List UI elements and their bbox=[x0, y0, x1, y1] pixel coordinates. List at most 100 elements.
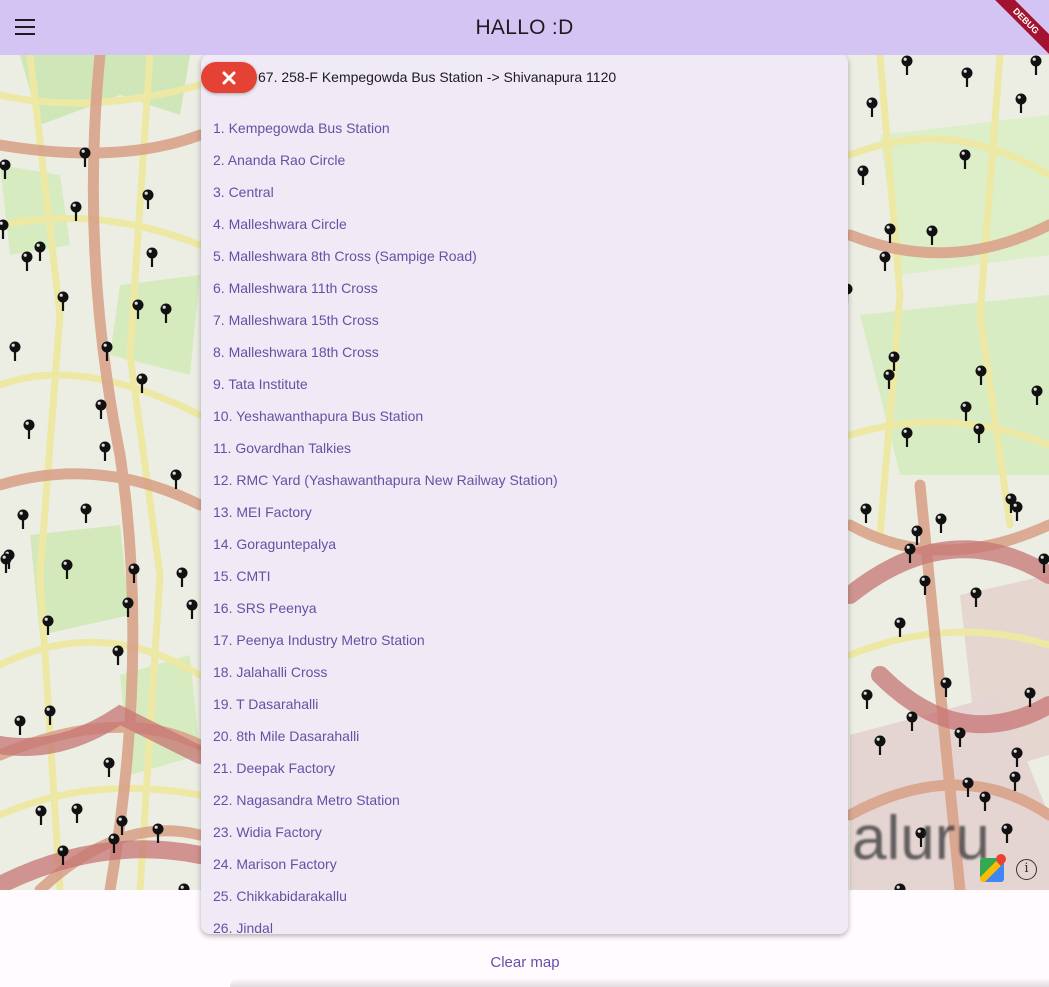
stop-item[interactable]: 24. Marison Factory bbox=[213, 848, 833, 880]
bus-stop-pin[interactable] bbox=[160, 303, 172, 324]
stop-item[interactable]: 9. Tata Institute bbox=[213, 368, 833, 400]
bus-stop-pin[interactable] bbox=[861, 689, 873, 710]
stop-item[interactable]: 5. Malleshwara 8th Cross (Sampige Road) bbox=[213, 240, 833, 272]
clear-map-button[interactable]: Clear map bbox=[440, 954, 610, 978]
stop-item[interactable]: 7. Malleshwara 15th Cross bbox=[213, 304, 833, 336]
bus-stop-pin[interactable] bbox=[70, 201, 82, 222]
bus-stop-pin[interactable] bbox=[911, 525, 923, 546]
stop-item[interactable]: 12. RMC Yard (Yashawanthapura New Railwa… bbox=[213, 464, 833, 496]
bus-stop-pin[interactable] bbox=[146, 247, 158, 268]
bus-stop-pin[interactable] bbox=[122, 597, 134, 618]
bus-stop-pin[interactable] bbox=[906, 711, 918, 732]
bus-stop-pin[interactable] bbox=[14, 715, 26, 736]
bus-stop-pin[interactable] bbox=[901, 427, 913, 448]
bus-stop-pin[interactable] bbox=[960, 401, 972, 422]
stop-item[interactable]: 19. T Dasarahalli bbox=[213, 688, 833, 720]
stop-item[interactable]: 6. Malleshwara 11th Cross bbox=[213, 272, 833, 304]
bus-stop-pin[interactable] bbox=[35, 805, 47, 826]
bus-stop-pin[interactable] bbox=[954, 727, 966, 748]
stop-item[interactable]: 8. Malleshwara 18th Cross bbox=[213, 336, 833, 368]
bus-stop-pin[interactable] bbox=[874, 735, 886, 756]
menu-icon[interactable] bbox=[14, 16, 36, 38]
bus-stop-pin[interactable] bbox=[0, 219, 9, 240]
bus-stop-pin[interactable] bbox=[1001, 823, 1013, 844]
bus-stop-pin[interactable] bbox=[95, 399, 107, 420]
bus-stop-pin[interactable] bbox=[128, 563, 140, 584]
bus-stop-pin[interactable] bbox=[879, 251, 891, 272]
stop-item[interactable]: 25. Chikkabidarakallu bbox=[213, 880, 833, 912]
bus-stop-pin[interactable] bbox=[142, 189, 154, 210]
stop-item[interactable]: 11. Govardhan Talkies bbox=[213, 432, 833, 464]
stop-item[interactable]: 2. Ananda Rao Circle bbox=[213, 144, 833, 176]
stop-item[interactable]: 18. Jalahalli Cross bbox=[213, 656, 833, 688]
close-button[interactable] bbox=[201, 62, 257, 93]
bus-stop-pin[interactable] bbox=[136, 373, 148, 394]
stop-item[interactable]: 20. 8th Mile Dasarahalli bbox=[213, 720, 833, 752]
bus-stop-pin[interactable] bbox=[57, 845, 69, 866]
stop-item[interactable]: 3. Central bbox=[213, 176, 833, 208]
bus-stop-pin[interactable] bbox=[959, 149, 971, 170]
bus-stop-pin[interactable] bbox=[884, 223, 896, 244]
bus-stop-pin[interactable] bbox=[919, 575, 931, 596]
bus-stop-pin[interactable] bbox=[108, 833, 120, 854]
stop-item[interactable]: 14. Goraguntepalya bbox=[213, 528, 833, 560]
info-icon[interactable]: i bbox=[1016, 859, 1037, 880]
bus-stop-pin[interactable] bbox=[79, 147, 91, 168]
bus-stop-pin[interactable] bbox=[61, 559, 73, 580]
bus-stop-pin[interactable] bbox=[1024, 687, 1036, 708]
stop-item[interactable]: 13. MEI Factory bbox=[213, 496, 833, 528]
bus-stop-pin[interactable] bbox=[23, 419, 35, 440]
bus-stop-pin[interactable] bbox=[866, 97, 878, 118]
bus-stop-pin[interactable] bbox=[1011, 501, 1023, 522]
bus-stop-pin[interactable] bbox=[21, 251, 33, 272]
bus-stop-pin[interactable] bbox=[176, 567, 188, 588]
bus-stop-pin[interactable] bbox=[9, 341, 21, 362]
bus-stop-pin[interactable] bbox=[42, 615, 54, 636]
bus-stop-pin[interactable] bbox=[57, 291, 69, 312]
bus-stop-pin[interactable] bbox=[901, 55, 913, 76]
stop-item[interactable]: 23. Widia Factory bbox=[213, 816, 833, 848]
maps-logo-icon[interactable] bbox=[980, 858, 1004, 882]
stop-item[interactable]: 4. Malleshwara Circle bbox=[213, 208, 833, 240]
bus-stop-pin[interactable] bbox=[940, 677, 952, 698]
bus-stop-pin[interactable] bbox=[1015, 93, 1027, 114]
bus-stop-pin[interactable] bbox=[116, 815, 128, 836]
bus-stop-pin[interactable] bbox=[935, 513, 947, 534]
bus-stop-pin[interactable] bbox=[904, 543, 916, 564]
bus-stop-pin[interactable] bbox=[44, 705, 56, 726]
bus-stop-pin[interactable] bbox=[973, 423, 985, 444]
bus-stop-pin[interactable] bbox=[186, 599, 198, 620]
bus-stop-pin[interactable] bbox=[0, 159, 11, 180]
bus-stop-pin[interactable] bbox=[101, 341, 113, 362]
bus-stop-pin[interactable] bbox=[152, 823, 164, 844]
bus-stop-pin[interactable] bbox=[970, 587, 982, 608]
stop-item[interactable]: 17. Peenya Industry Metro Station bbox=[213, 624, 833, 656]
bus-stop-pin[interactable] bbox=[961, 67, 973, 88]
bus-stop-pin[interactable] bbox=[170, 469, 182, 490]
stop-item[interactable]: 16. SRS Peenya bbox=[213, 592, 833, 624]
stop-item[interactable]: 21. Deepak Factory bbox=[213, 752, 833, 784]
stop-item[interactable]: 15. CMTI bbox=[213, 560, 833, 592]
stop-item[interactable]: 26. Jindal bbox=[213, 912, 833, 934]
bus-stop-pin[interactable] bbox=[1038, 553, 1049, 574]
bus-stop-pin[interactable] bbox=[894, 883, 906, 891]
bus-stop-pin[interactable] bbox=[926, 225, 938, 246]
bus-stop-pin[interactable] bbox=[80, 503, 92, 524]
bus-stop-pin[interactable] bbox=[888, 351, 900, 372]
bus-stop-pin[interactable] bbox=[17, 509, 29, 530]
stop-item[interactable]: 22. Nagasandra Metro Station bbox=[213, 784, 833, 816]
stop-item[interactable]: 10. Yeshawanthapura Bus Station bbox=[213, 400, 833, 432]
bus-stop-pin[interactable] bbox=[962, 777, 974, 798]
bus-stop-pin[interactable] bbox=[883, 369, 895, 390]
stop-item[interactable]: 1. Kempegowda Bus Station bbox=[213, 112, 833, 144]
bus-stop-pin[interactable] bbox=[860, 503, 872, 524]
bus-stop-pin[interactable] bbox=[132, 299, 144, 320]
bus-stop-pin[interactable] bbox=[71, 803, 83, 824]
bus-stop-pin[interactable] bbox=[112, 645, 124, 666]
bus-stop-pin[interactable] bbox=[1011, 747, 1023, 768]
bus-stop-pin[interactable] bbox=[857, 165, 869, 186]
bus-stop-pin[interactable] bbox=[975, 365, 987, 386]
bus-stop-pin[interactable] bbox=[1009, 771, 1021, 792]
bus-stop-pin[interactable] bbox=[178, 883, 190, 891]
bus-stop-pin[interactable] bbox=[1031, 385, 1043, 406]
